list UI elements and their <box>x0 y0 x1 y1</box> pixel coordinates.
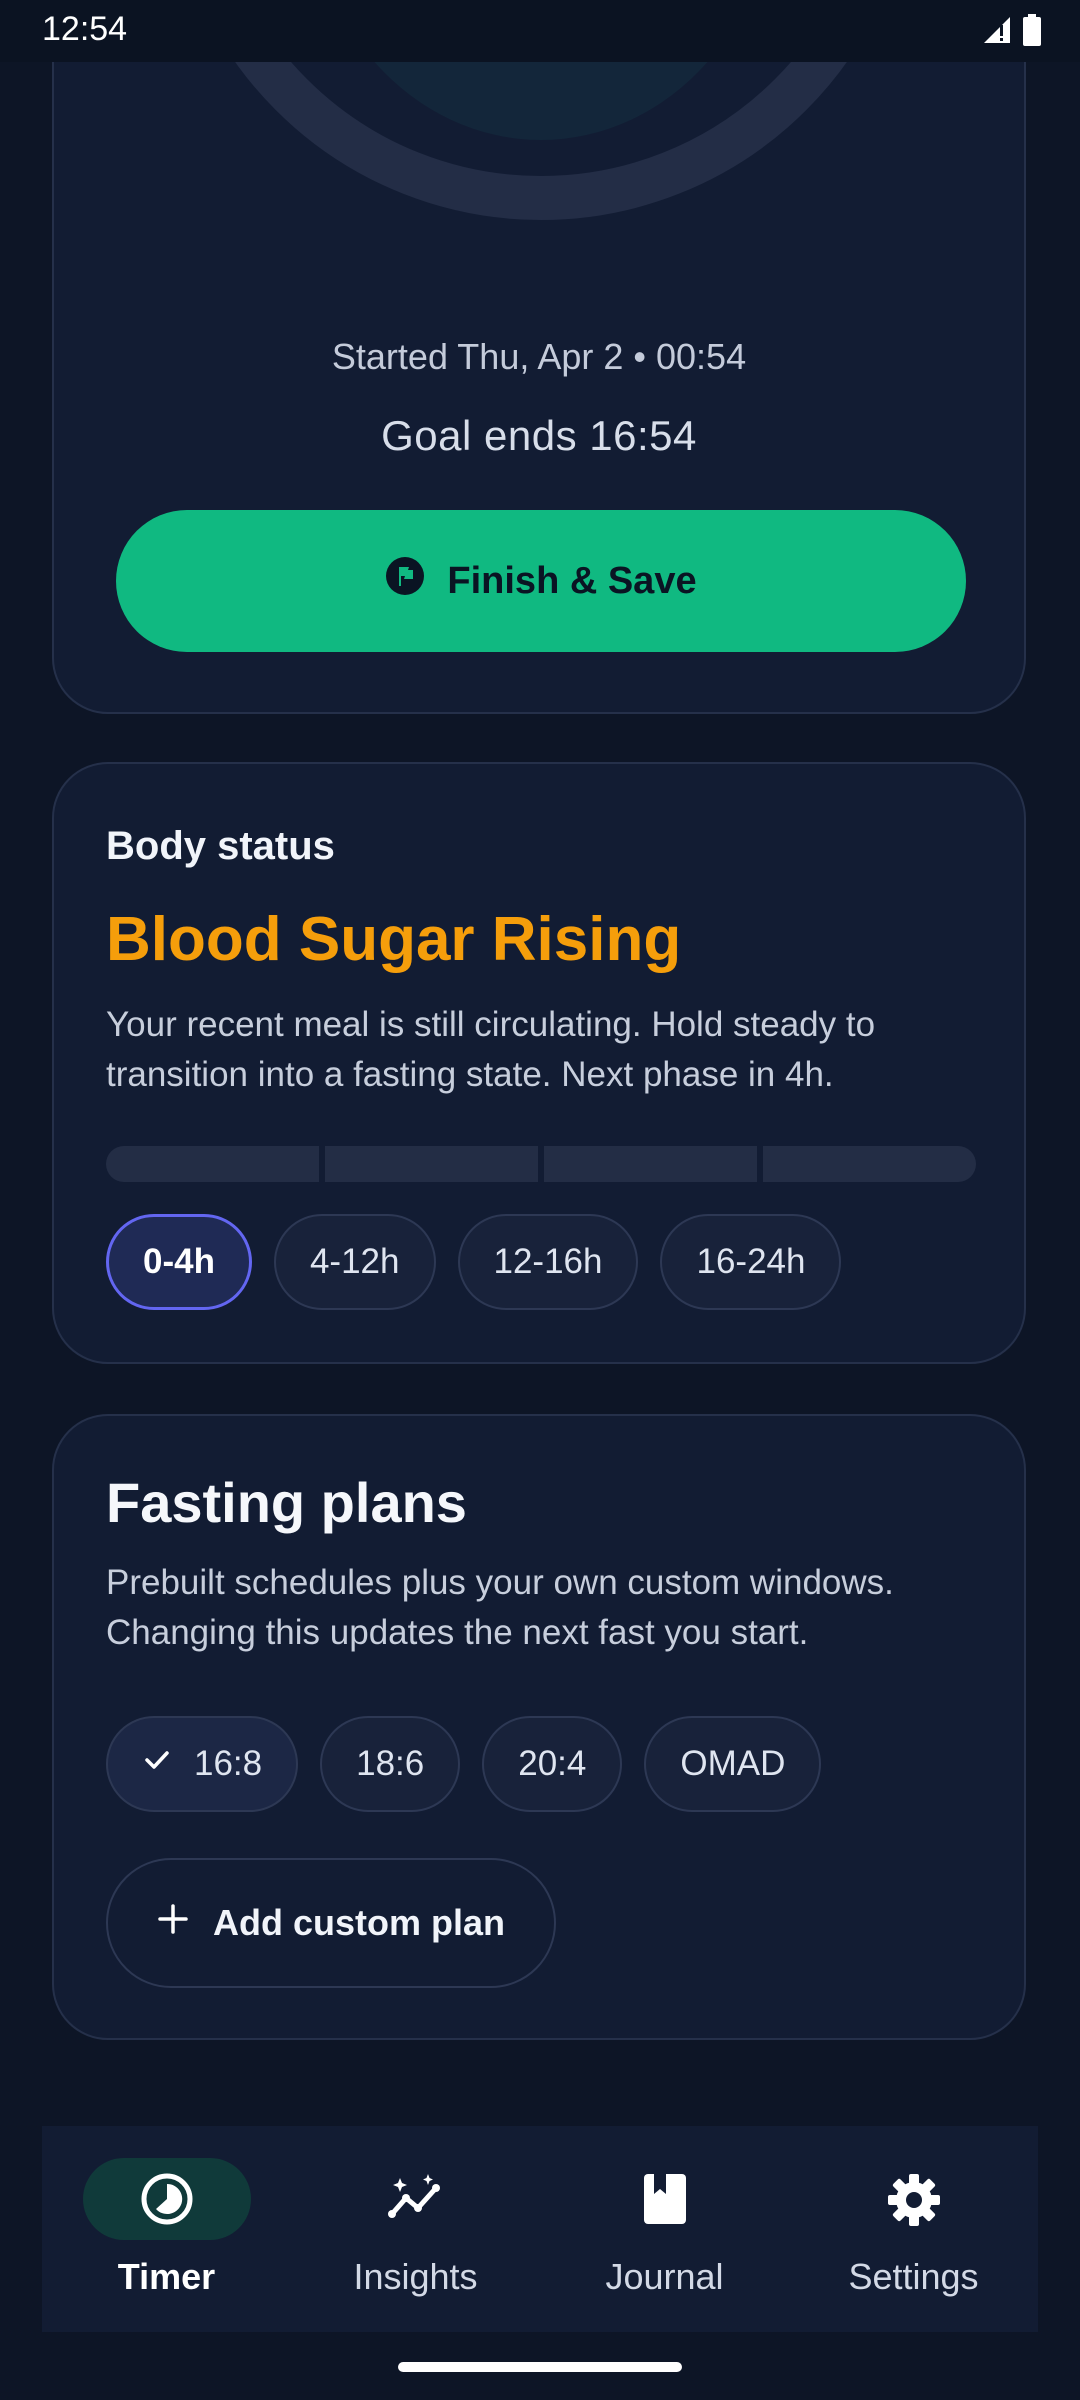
battery-icon <box>1022 14 1042 51</box>
plan-chip-18-6[interactable]: 18:6 <box>320 1716 461 1812</box>
settings-icon <box>789 2172 1038 2228</box>
signal-icon <box>982 15 1012 50</box>
goal-end-time: Goal ends 16:54 <box>381 412 697 459</box>
plan-chips: 16:8 18:6 20:4 OMAD <box>106 1716 822 1812</box>
finish-save-label: Finish & Save <box>447 559 697 602</box>
plan-chip-20-4[interactable]: 20:4 <box>482 1716 623 1812</box>
nav-label-settings: Settings <box>848 2256 979 2297</box>
started-time: Started Thu, Apr 2 • 00:54 <box>331 336 747 377</box>
phase-chip-0-4h[interactable]: 0-4h <box>106 1214 252 1310</box>
timer-card: Started Thu, Apr 2 • 00:54 Goal ends 16:… <box>52 0 1026 714</box>
flag-icon <box>385 556 425 606</box>
status-icons <box>982 14 1042 51</box>
phase-chips: 0-4h 4-12h 12-16h 16-24h <box>106 1214 842 1310</box>
progress-segment <box>544 1146 757 1182</box>
plus-icon <box>157 1902 189 1944</box>
add-custom-plan-button[interactable]: Add custom plan <box>106 1858 556 1988</box>
nav-label-journal: Journal <box>605 2256 724 2297</box>
nav-label-insights: Insights <box>353 2256 478 2297</box>
plan-chip-omad[interactable]: OMAD <box>644 1716 822 1812</box>
finish-save-button[interactable]: Finish & Save <box>116 510 966 652</box>
phase-title: Blood Sugar Rising <box>106 905 682 974</box>
progress-segment <box>763 1146 976 1182</box>
nav-item-journal[interactable]: Journal <box>540 2126 789 2332</box>
journal-icon <box>540 2172 789 2226</box>
phase-progress-bar <box>106 1146 976 1182</box>
phase-chip-4-12h[interactable]: 4-12h <box>273 1214 436 1310</box>
fasting-plans-title: Fasting plans <box>106 1471 467 1534</box>
fasting-plans-card: Fasting plans Prebuilt schedules plus yo… <box>52 1414 1026 2040</box>
nav-item-insights[interactable]: Insights <box>291 2126 540 2332</box>
progress-segment <box>106 1146 319 1182</box>
plan-chip-label: 16:8 <box>194 1744 263 1783</box>
body-status-label: Body status <box>106 824 335 868</box>
phase-description: Your recent meal is still circulating. H… <box>106 1005 876 1094</box>
timer-icon <box>42 2172 291 2226</box>
phase-chip-12-16h[interactable]: 12-16h <box>457 1214 639 1310</box>
home-indicator[interactable] <box>398 2362 682 2372</box>
check-icon <box>142 1744 172 1784</box>
bottom-navigation: Timer Insights Journal Settings <box>42 2126 1038 2332</box>
nav-label-timer: Timer <box>117 2256 216 2297</box>
plan-chip-16-8[interactable]: 16:8 <box>106 1716 299 1812</box>
progress-segment <box>325 1146 538 1182</box>
body-status-card: Body status Blood Sugar Rising Your rece… <box>52 762 1026 1364</box>
status-bar: 12:54 <box>0 0 1080 62</box>
add-custom-plan-label: Add custom plan <box>212 1902 505 1943</box>
nav-item-settings[interactable]: Settings <box>789 2126 1038 2332</box>
phase-chip-16-24h[interactable]: 16-24h <box>660 1214 842 1310</box>
status-time: 12:54 <box>42 10 128 48</box>
nav-item-timer[interactable]: Timer <box>42 2126 291 2332</box>
fasting-plans-description: Prebuilt schedules plus your own custom … <box>106 1563 894 1652</box>
insights-icon <box>291 2172 540 2226</box>
